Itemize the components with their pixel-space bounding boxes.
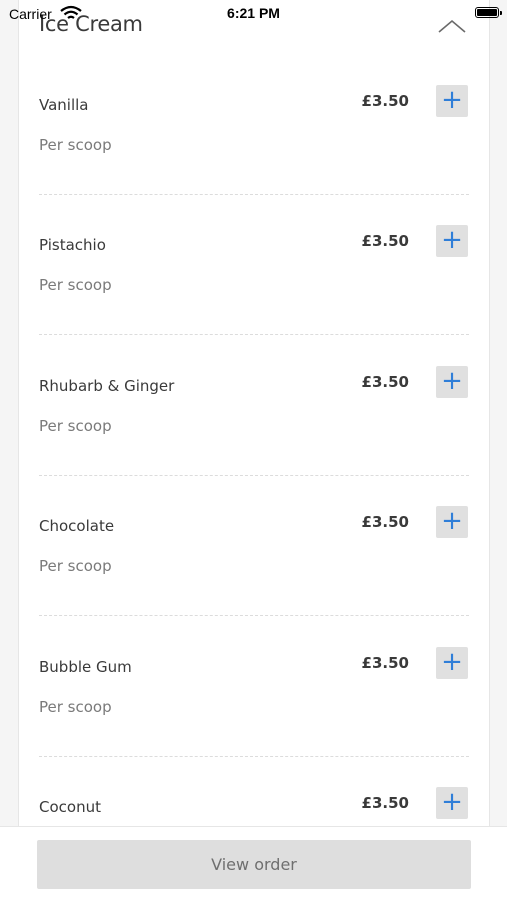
- plus-icon: +: [441, 85, 463, 115]
- item-price: £3.50: [361, 92, 409, 110]
- divider: [39, 475, 469, 476]
- add-item-button[interactable]: +: [436, 506, 468, 538]
- item-price: £3.50: [361, 513, 409, 531]
- item-price: £3.50: [361, 654, 409, 672]
- plus-icon: +: [441, 787, 463, 817]
- item-price: £3.50: [361, 232, 409, 250]
- footer-bar: View order: [0, 826, 507, 900]
- item-description: Per scoop: [39, 276, 112, 294]
- add-item-button[interactable]: +: [436, 85, 468, 117]
- item-name: Rhubarb & Ginger: [39, 377, 175, 395]
- add-item-button[interactable]: +: [436, 647, 468, 679]
- menu-item: Coconut £3.50 +: [19, 770, 491, 826]
- item-description: Per scoop: [39, 136, 112, 154]
- item-name: Pistachio: [39, 236, 106, 254]
- item-name: Bubble Gum: [39, 658, 132, 676]
- item-description: Per scoop: [39, 698, 112, 716]
- menu-item: Vanilla £3.50 + Per scoop: [19, 68, 491, 208]
- menu-item: Pistachio £3.50 + Per scoop: [19, 208, 491, 348]
- battery-icon: [475, 7, 502, 18]
- item-name: Chocolate: [39, 517, 115, 535]
- divider: [39, 194, 469, 195]
- add-item-button[interactable]: +: [436, 787, 468, 819]
- menu-item: Rhubarb & Ginger £3.50 + Per scoop: [19, 349, 491, 489]
- menu-section-card: Ice Cream Vanilla £3.50 + Per scoop Pist…: [18, 0, 490, 826]
- item-price: £3.50: [361, 373, 409, 391]
- add-item-button[interactable]: +: [436, 225, 468, 257]
- menu-item: Bubble Gum £3.50 + Per scoop: [19, 630, 491, 770]
- divider: [39, 615, 469, 616]
- add-item-button[interactable]: +: [436, 366, 468, 398]
- view-order-button[interactable]: View order: [37, 840, 471, 889]
- plus-icon: +: [441, 366, 463, 396]
- divider: [39, 756, 469, 757]
- divider: [39, 334, 469, 335]
- item-name: Coconut: [39, 798, 101, 816]
- item-price: £3.50: [361, 794, 409, 812]
- menu-item: Chocolate £3.50 + Per scoop: [19, 489, 491, 629]
- item-description: Per scoop: [39, 557, 112, 575]
- plus-icon: +: [441, 506, 463, 536]
- status-time: 6:21 PM: [227, 5, 280, 21]
- item-description: Per scoop: [39, 417, 112, 435]
- plus-icon: +: [441, 225, 463, 255]
- plus-icon: +: [441, 647, 463, 677]
- item-name: Vanilla: [39, 96, 89, 114]
- status-bar: Carrier 6:21 PM: [0, 0, 507, 28]
